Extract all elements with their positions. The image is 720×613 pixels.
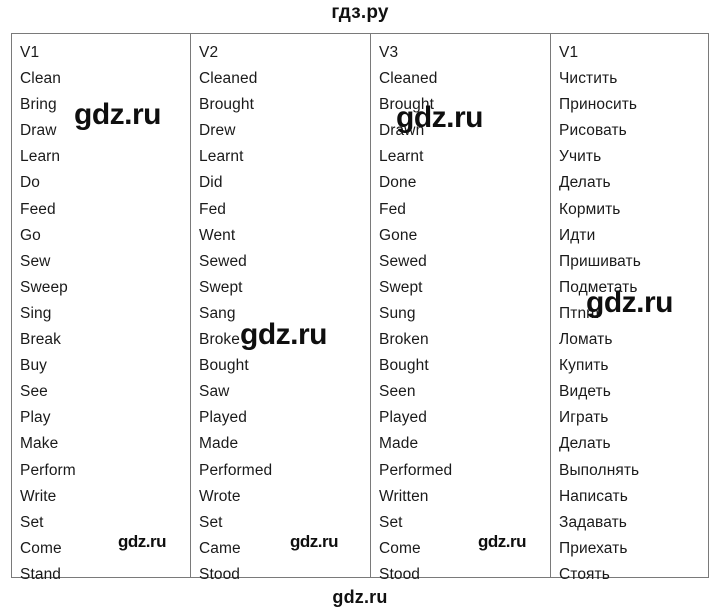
table-cell: Done [379,174,417,192]
watermark: gdz.ru [290,532,339,551]
table-cell: Купить [559,357,609,375]
table-cell: Make [20,435,59,453]
table-cell: Стоять [559,565,610,583]
table-cell: Stood [199,565,241,583]
table-cell: Buy [20,357,48,375]
table-cell: Stood [379,565,421,583]
table-cell: Задавать [559,513,627,531]
table-cell: Came [199,539,241,557]
table-cell: Делать [559,174,611,192]
table-cell: Видеть [559,383,611,401]
table-cell: Saw [199,383,230,401]
column-header: V1 [20,44,40,61]
watermark: gdz.ru [396,101,484,134]
watermark: gdz.ru [586,286,674,319]
table-cell: Drew [199,122,236,140]
table-cell: Ломать [559,331,613,349]
table-cell: Bought [199,357,249,375]
table-cell: Go [20,226,41,244]
table-cell: Played [379,409,427,427]
site-brand-top: гдз.ру [331,2,389,23]
table-cell: Cleaned [199,70,258,88]
table-cell: Sing [20,304,52,322]
table-cell: Sweep [20,278,68,296]
table-cell: Set [199,513,223,531]
table-cell: Рисовать [559,122,627,140]
table-cell: Учить [559,148,602,166]
table-cell: Sewed [199,252,247,270]
table-cell: Sewed [379,252,427,270]
table-column-v2-past: V2 Cleaned Brought Drew Learnt Did Fed W… [191,34,371,583]
table-cell: Swept [199,278,243,296]
column-header: V1 [559,44,579,61]
table-cell: Fed [379,200,407,218]
table-cell: Feed [20,200,56,218]
watermark: gdz.ru [118,532,167,551]
table-cell: Cleaned [379,70,438,88]
table-cell: Кормить [559,200,621,218]
table-cell: Learnt [379,148,424,166]
table-cell: Break [20,331,61,349]
site-brand-bottom: gdz.ru [332,587,388,607]
table-cell: Приносить [559,96,638,114]
table-cell: Brought [199,96,254,114]
table-cell: Learn [20,148,61,166]
table-cell: Swept [379,278,423,296]
table-cell: Идти [559,226,596,244]
watermark: gdz.ru [478,532,527,551]
table-cell: Stand [20,565,62,583]
table-cell: Играть [559,409,609,427]
table-cell: Played [199,409,247,427]
table-cell: Written [379,487,429,505]
table-cell: Выполнять [559,461,640,479]
table-cell: Sew [20,252,51,270]
table-cell: Gone [379,226,418,244]
table-cell: Did [199,174,223,192]
watermark: gdz.ru [240,318,328,351]
table-cell: Wrote [199,487,241,505]
table-cell: Do [20,174,41,192]
column-header: V2 [199,44,219,61]
table-cell: Play [20,409,51,427]
table-cell: Made [199,435,239,453]
table-cell: Делать [559,435,611,453]
table-cell: See [20,383,48,401]
table-cell: Приехать [559,539,628,557]
table-cell: Performed [199,461,273,479]
table-cell: Learnt [199,148,244,166]
table-cell: Fed [199,200,227,218]
table-cell: Seen [379,383,416,401]
table-cell: Чистить [559,70,618,88]
table-cell: Went [199,226,236,244]
column-header: V3 [379,44,399,61]
table-cell: Написать [559,487,628,505]
table-cell: Пришивать [559,252,641,270]
watermark: gdz.ru [74,98,162,131]
table-cell: Perform [20,461,76,479]
table-cell: Performed [379,461,453,479]
table-cell: Made [379,435,419,453]
table-cell: Broken [379,331,429,349]
table-cell: Sung [379,304,416,322]
table-cell: Bought [379,357,429,375]
table-cell: Write [20,487,57,505]
table-cell: Clean [20,70,61,88]
